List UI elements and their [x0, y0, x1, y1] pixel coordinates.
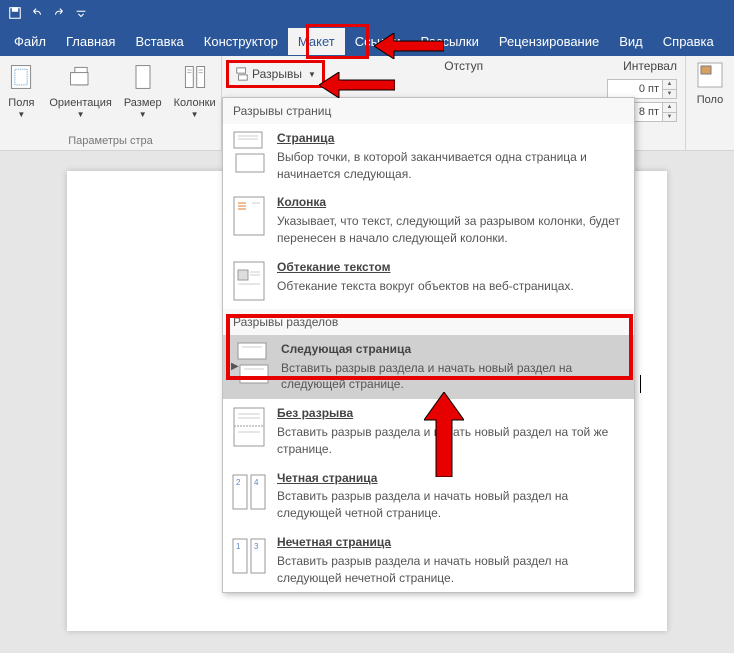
dd-oddpage-desc: Вставить разрыв раздела и начать новый р…	[277, 553, 626, 587]
menu-bar: Файл Главная Вставка Конструктор Макет С…	[0, 26, 734, 56]
customize-qat-icon[interactable]	[70, 2, 92, 24]
columns-icon	[179, 61, 211, 93]
svg-text:2: 2	[236, 478, 241, 487]
dd-wrap-desc: Обтекание текста вокруг объектов на веб-…	[277, 278, 626, 295]
column-break-icon	[231, 194, 267, 238]
size-button[interactable]: Размер ▼	[118, 59, 168, 123]
dd-item-page[interactable]: Страница Выбор точки, в которой заканчив…	[223, 124, 634, 188]
redo-icon[interactable]	[48, 2, 70, 24]
dd-wrap-title: Обтекание текстом	[277, 259, 626, 276]
dd-page-desc: Выбор точки, в которой заканчивается одн…	[277, 149, 626, 183]
dd-item-column[interactable]: Колонка Указывает, что текст, следующий …	[223, 188, 634, 252]
arrow-to-breaks	[319, 72, 395, 98]
dd-evenpage-desc: Вставить разрыв раздела и начать новый р…	[277, 488, 626, 522]
indent-label: Отступ	[444, 59, 483, 73]
text-wrap-icon	[231, 259, 267, 303]
tab-insert[interactable]: Вставка	[125, 28, 193, 55]
dd-nextpage-desc: Вставить разрыв раздела и начать новый р…	[281, 360, 626, 394]
arrow-to-maket	[374, 33, 444, 59]
spacing-before[interactable]: 0 пт ▲▼	[444, 79, 677, 99]
dd-page-title: Страница	[277, 130, 626, 147]
dd-column-desc: Указывает, что текст, следующий за разры…	[277, 213, 626, 247]
dd-item-odd-page[interactable]: 13 Нечетная страница Вставить разрыв раз…	[223, 528, 634, 592]
tab-review[interactable]: Рецензирование	[489, 28, 609, 55]
orientation-icon	[65, 61, 97, 93]
breaks-dropdown: Разрывы страниц Страница Выбор точки, в …	[222, 97, 635, 593]
save-icon[interactable]	[4, 2, 26, 24]
arrow-to-next-page	[424, 392, 464, 482]
orientation-label: Ориентация	[49, 96, 111, 110]
dd-nextpage-title: Следующая страница	[281, 341, 626, 358]
position-label: Поло	[697, 94, 723, 106]
svg-text:3: 3	[254, 542, 259, 551]
tab-layout[interactable]: Макет	[288, 28, 345, 55]
orientation-button[interactable]: Ориентация ▼	[43, 59, 117, 123]
text-cursor	[640, 375, 641, 393]
tab-help[interactable]: Справка	[653, 28, 724, 55]
margins-button[interactable]: Поля ▼	[0, 59, 43, 123]
tab-home[interactable]: Главная	[56, 28, 125, 55]
columns-label: Колонки	[174, 96, 216, 110]
spacing-after-stepper[interactable]: ▲▼	[663, 102, 677, 122]
svg-text:4: 4	[254, 478, 259, 487]
continuous-section-icon	[231, 405, 267, 449]
odd-page-section-icon: 13	[231, 534, 267, 578]
position-button[interactable]: Поло	[686, 56, 734, 109]
dd-oddpage-title: Нечетная страница	[277, 534, 626, 551]
dd-item-wrap[interactable]: Обтекание текстом Обтекание текста вокру…	[223, 253, 634, 309]
svg-text:1: 1	[236, 542, 241, 551]
columns-button[interactable]: Колонки ▼	[168, 59, 222, 123]
even-page-section-icon: 24	[231, 470, 267, 514]
size-label: Размер	[124, 96, 162, 110]
dd-section-section-breaks: Разрывы разделов	[223, 309, 634, 335]
dd-section-page-breaks: Разрывы страниц	[223, 98, 634, 124]
page-setup-group-title: Параметры стра	[68, 135, 152, 150]
margins-icon	[5, 61, 37, 93]
spacing-before-stepper[interactable]: ▲▼	[663, 79, 677, 99]
tab-design[interactable]: Конструктор	[194, 28, 288, 55]
dd-item-next-page[interactable]: ▶ Следующая страница Вставить разрыв раз…	[223, 335, 634, 399]
position-icon	[694, 59, 726, 91]
spacing-before-value[interactable]: 0 пт	[607, 79, 663, 99]
breaks-button[interactable]: Разрывы ▼	[226, 60, 325, 88]
interval-label: Интервал	[623, 59, 677, 73]
page-break-icon	[231, 130, 267, 174]
undo-icon[interactable]	[26, 2, 48, 24]
breaks-label: Разрывы	[252, 67, 302, 81]
tab-file[interactable]: Файл	[4, 28, 56, 55]
margins-label: Поля	[8, 96, 34, 110]
tab-view[interactable]: Вид	[609, 28, 653, 55]
title-bar	[0, 0, 734, 26]
size-icon	[127, 61, 159, 93]
next-page-section-icon	[235, 341, 271, 385]
dd-column-title: Колонка	[277, 194, 626, 211]
breaks-icon	[235, 67, 249, 81]
